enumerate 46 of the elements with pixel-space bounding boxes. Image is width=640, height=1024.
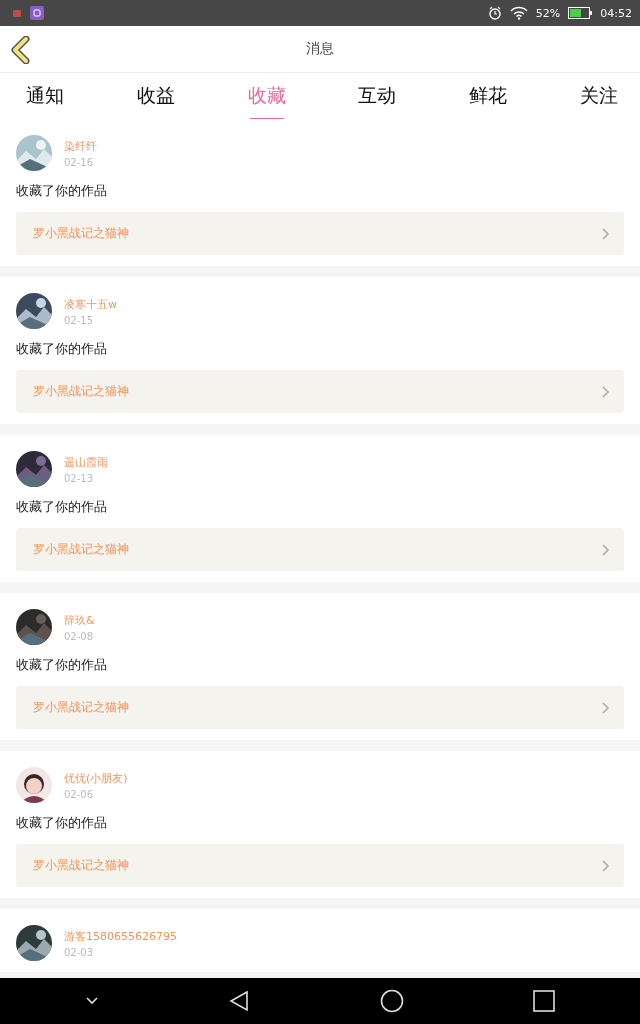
message-text: 收藏了你的作品 [16, 182, 108, 200]
user-name: 染纤纤 [64, 138, 97, 154]
work-link[interactable]: 罗小黑战记之猫神 [16, 212, 624, 255]
tab[interactable]: 鲜花 [469, 73, 508, 119]
message-date: 02-08 [64, 630, 95, 642]
chevron-right-icon [602, 227, 610, 240]
battery-icon [568, 7, 593, 19]
avatar [16, 767, 52, 803]
chevron-right-icon [602, 859, 610, 872]
message-text: 收藏了你的作品 [16, 814, 108, 832]
work-link[interactable]: 罗小黑战记之猫神 [16, 844, 624, 887]
chevron-right-icon [602, 701, 610, 714]
user-name: 辞玖& [64, 612, 95, 628]
home-icon[interactable] [379, 989, 404, 1013]
recents-icon[interactable] [533, 990, 556, 1012]
page-title: 消息 [306, 40, 334, 58]
message-date: 02-03 [64, 946, 95, 958]
app-icon [30, 6, 44, 20]
work-link[interactable]: 罗小黑战记之猫神 [16, 370, 624, 413]
work-link[interactable]: 罗小黑战记之猫神 [16, 528, 624, 571]
collapse-icon[interactable] [84, 996, 99, 1006]
alarm-icon [487, 6, 502, 20]
message-text: 收藏了你的作品 [16, 340, 108, 358]
app-icon [12, 8, 22, 18]
user-name: 游客1580655626795 [64, 928, 177, 944]
chevron-right-icon [602, 543, 610, 556]
message-text: 收藏了你的作品 [16, 498, 108, 516]
wifi-icon [509, 6, 528, 20]
battery-percent: 52% [535, 6, 561, 20]
work-link[interactable]: 罗小黑战记之猫神 [16, 686, 624, 729]
user-name: 遥山霞雨 [64, 454, 108, 470]
tab[interactable]: 互动 [358, 73, 397, 119]
message-date: 02-15 [64, 314, 95, 326]
clock-time: 04:52 [600, 6, 632, 20]
user-name: 优优(小朋友) [64, 770, 128, 786]
tab[interactable]: 关注 [580, 73, 618, 119]
message-date: 02-13 [64, 472, 95, 484]
user-name: 凌寒十五w [64, 296, 117, 312]
back-icon[interactable] [228, 990, 251, 1012]
message-date: 02-16 [64, 156, 95, 168]
tab[interactable]: 收益 [136, 73, 175, 119]
message-date: 02-06 [64, 788, 95, 800]
chevron-right-icon [602, 385, 610, 398]
message-text: 收藏了你的作品 [16, 656, 108, 674]
tab[interactable]: 收藏 [247, 73, 286, 119]
tab[interactable]: 通知 [26, 73, 64, 119]
